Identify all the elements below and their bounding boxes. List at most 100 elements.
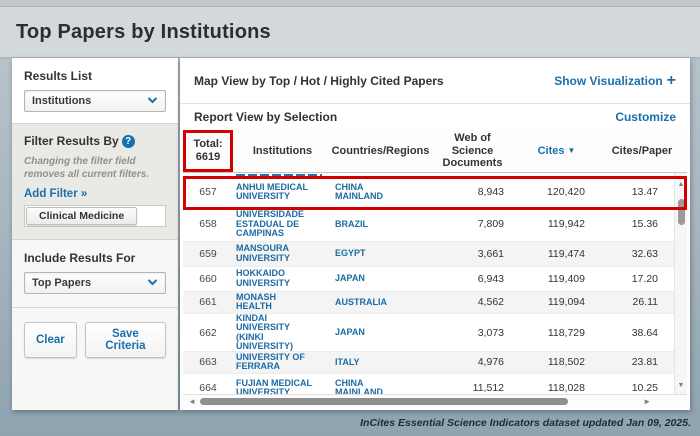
cites-cell: 119,942 — [516, 218, 597, 230]
sort-desc-icon: ▼ — [567, 146, 575, 155]
window-top-strip — [0, 0, 700, 7]
active-filter-box: Clinical Medicine — [24, 205, 166, 227]
wos-documents-cell: 3,073 — [429, 327, 516, 339]
cites-cell: 118,729 — [516, 327, 597, 339]
add-filter-link[interactable]: Add Filter » — [24, 188, 87, 200]
plus-icon: + — [667, 75, 676, 87]
dataset-note: InCites Essential Science Indicators dat… — [360, 417, 691, 429]
page: Top Papers by Institutions Results List … — [0, 0, 700, 436]
table-row: 662 KINDAI UNIVERSITY (KINKI UNIVERSITY)… — [183, 314, 674, 352]
results-list-label: Results List — [24, 69, 166, 83]
clear-button[interactable]: Clear — [24, 322, 77, 358]
institution-link[interactable]: MONASH HEALTH — [233, 293, 332, 312]
cites-cell: 120,420 — [516, 186, 597, 198]
rank-cell: 664 — [183, 382, 233, 394]
horizontal-scrollbar[interactable]: ◄ ► — [183, 394, 687, 407]
rank-cell: 660 — [183, 273, 233, 285]
report-view-bar: Report View by Selection Customize — [180, 104, 690, 130]
table-row: 659 MANSOURA UNIVERSITY EGYPT 3,661 119,… — [183, 242, 674, 267]
scroll-up-icon[interactable]: ▲ — [675, 181, 687, 188]
cites-cell: 119,094 — [516, 296, 597, 308]
results-list-section: Results List Institutions — [12, 58, 178, 123]
country-cell: JAPAN — [332, 274, 429, 284]
wos-documents-cell: 11,512 — [429, 382, 516, 394]
cites-per-paper-cell: 17.20 — [597, 273, 674, 285]
table-header: Total: 6619 Institutions Countries/Regio… — [183, 130, 687, 173]
table-row: 660 HOKKAIDO UNIVERSITY JAPAN 6,943 119,… — [183, 267, 674, 292]
institution-link[interactable]: UNIVERSIDADE ESTADUAL DE CAMPINAS — [233, 210, 332, 239]
table-row: 663 UNIVERSITY OF FERRARA ITALY 4,976 11… — [183, 352, 674, 374]
cites-cell: 119,474 — [516, 248, 597, 260]
rank-cell: 657 — [183, 186, 233, 198]
wos-documents-cell: 4,562 — [429, 296, 516, 308]
horizontal-scrollbar-thumb[interactable] — [200, 398, 568, 405]
scroll-right-icon[interactable]: ► — [643, 397, 651, 406]
map-view-title: Map View by Top / Hot / Highly Cited Pap… — [194, 74, 444, 88]
country-cell: BRAZIL — [332, 220, 429, 230]
wos-documents-cell: 7,809 — [429, 218, 516, 230]
help-icon[interactable]: ? — [122, 135, 135, 148]
rank-cell: 663 — [183, 356, 233, 368]
include-results-dropdown[interactable]: Top Papers — [24, 272, 166, 294]
scroll-down-icon[interactable]: ▼ — [675, 382, 687, 389]
wos-documents-cell: 6,943 — [429, 273, 516, 285]
cites-per-paper-cell: 32.63 — [597, 248, 674, 260]
page-header: Top Papers by Institutions — [0, 7, 700, 57]
page-title: Top Papers by Institutions — [16, 21, 271, 44]
filter-sidebar: Results List Institutions Filter Results… — [12, 58, 178, 410]
chevron-down-icon — [147, 95, 158, 107]
country-cell: EGYPT — [332, 249, 429, 259]
include-results-section: Include Results For Top Papers — [12, 240, 178, 305]
cites-per-paper-cell: 38.64 — [597, 327, 674, 339]
table-body: 657 ANHUI MEDICAL UNIVERSITY CHINA MAINL… — [183, 173, 687, 394]
column-header-countries[interactable]: Countries/Regions — [332, 130, 429, 172]
column-header-wos-documents[interactable]: Web of Science Documents — [429, 130, 516, 172]
vertical-scrollbar[interactable]: ▲ ▼ — [674, 173, 687, 394]
table-rows: 657 ANHUI MEDICAL UNIVERSITY CHINA MAINL… — [183, 173, 674, 394]
institution-link[interactable]: MANSOURA UNIVERSITY — [233, 244, 332, 263]
customize-link[interactable]: Customize — [615, 110, 676, 124]
cites-per-paper-cell: 23.81 — [597, 356, 674, 368]
column-header-cites-sorted[interactable]: Cites ▼ — [516, 130, 597, 172]
country-cell: CHINA MAINLAND — [332, 379, 429, 394]
show-visualization-link[interactable]: Show Visualization + — [554, 74, 676, 88]
results-panel: Map View by Top / Hot / Highly Cited Pap… — [180, 58, 690, 410]
rank-cell: 662 — [183, 327, 233, 339]
country-cell: CHINA MAINLAND — [332, 183, 429, 202]
scroll-left-icon[interactable]: ◄ — [188, 397, 196, 406]
clipped-previous-row — [183, 173, 674, 178]
results-list-selected-value: Institutions — [32, 95, 91, 107]
filter-chip-clinical-medicine[interactable]: Clinical Medicine — [26, 207, 137, 225]
cites-per-paper-cell: 26.11 — [597, 296, 674, 308]
table-row: 658 UNIVERSIDADE ESTADUAL DE CAMPINAS BR… — [183, 208, 674, 242]
include-results-label: Include Results For — [24, 251, 166, 265]
results-list-dropdown[interactable]: Institutions — [24, 90, 166, 112]
sidebar-divider — [12, 307, 178, 308]
cites-per-paper-cell: 10.25 — [597, 382, 674, 394]
filter-results-label: Filter Results By? — [24, 134, 166, 148]
vertical-scrollbar-thumb[interactable] — [678, 199, 685, 225]
sidebar-buttons: Clear Save Criteria — [12, 310, 178, 370]
wos-documents-cell: 4,976 — [429, 356, 516, 368]
chevron-down-icon — [147, 277, 158, 289]
institution-link[interactable]: ANHUI MEDICAL UNIVERSITY — [233, 183, 332, 202]
save-criteria-button[interactable]: Save Criteria — [85, 322, 166, 358]
institution-link[interactable]: KINDAI UNIVERSITY (KINKI UNIVERSITY) — [233, 314, 332, 352]
content-area: Results List Institutions Filter Results… — [12, 58, 690, 410]
institution-link[interactable]: UNIVERSITY OF FERRARA — [233, 353, 332, 372]
column-header-institutions[interactable]: Institutions — [233, 130, 332, 172]
cites-cell: 118,502 — [516, 356, 597, 368]
cites-per-paper-cell: 15.36 — [597, 218, 674, 230]
rank-cell: 659 — [183, 248, 233, 260]
country-cell: ITALY — [332, 358, 429, 368]
table-row: 657 ANHUI MEDICAL UNIVERSITY CHINA MAINL… — [183, 178, 674, 208]
institution-link[interactable]: FUJIAN MEDICAL UNIVERSITY — [233, 379, 332, 394]
wos-documents-cell: 8,943 — [429, 186, 516, 198]
country-cell: AUSTRALIA — [332, 298, 429, 308]
table-row: 664 FUJIAN MEDICAL UNIVERSITY CHINA MAIN… — [183, 374, 674, 394]
table-row: 661 MONASH HEALTH AUSTRALIA 4,562 119,09… — [183, 292, 674, 314]
map-view-bar: Map View by Top / Hot / Highly Cited Pap… — [180, 58, 690, 104]
column-header-cites-per-paper[interactable]: Cites/Paper — [597, 130, 687, 172]
total-count: 6619 — [196, 151, 220, 164]
institution-link[interactable]: HOKKAIDO UNIVERSITY — [233, 269, 332, 288]
